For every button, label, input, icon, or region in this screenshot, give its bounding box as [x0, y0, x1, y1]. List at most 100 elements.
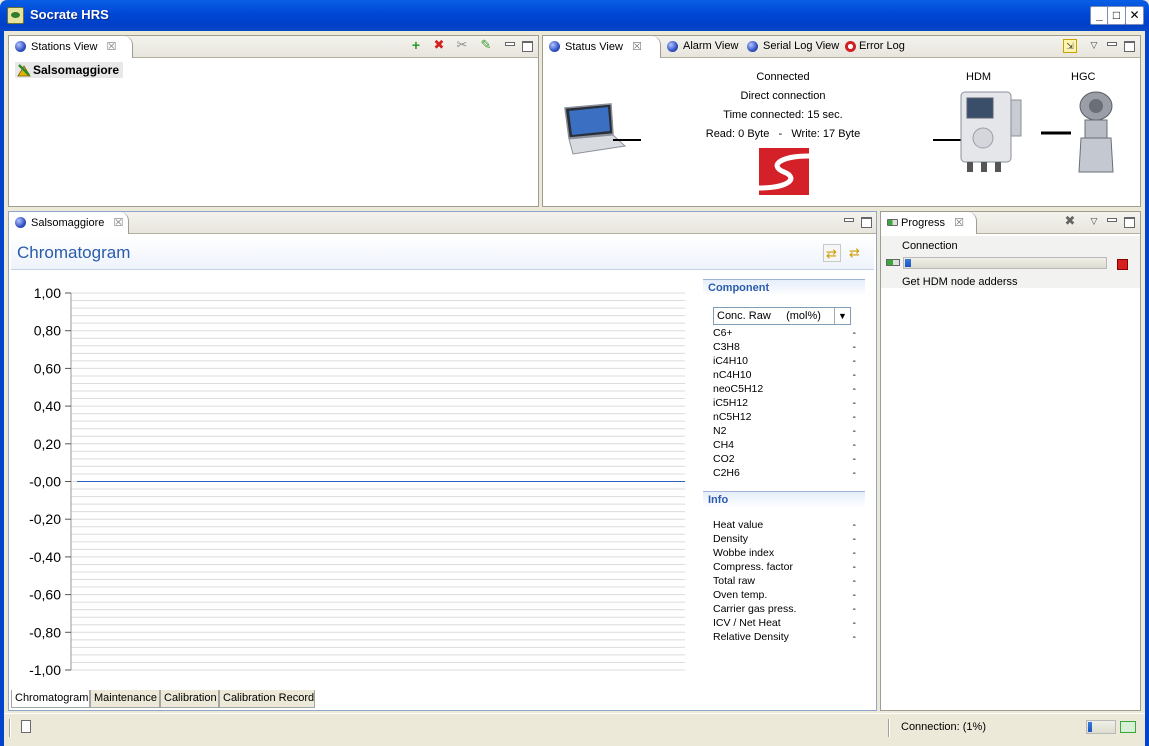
chevron-down-icon[interactable]: ▼	[834, 308, 850, 324]
minimize-view-icon[interactable]	[1104, 39, 1118, 53]
editor-panel: Salsomaggiore ☒ Chromatogram ⇄ ⇄ 1,00 0,8…	[8, 211, 877, 711]
info-name: ICV / Net Heat	[713, 617, 781, 629]
delete-station-icon[interactable]: ✖	[432, 38, 446, 53]
globe-icon	[15, 217, 26, 228]
add-station-icon[interactable]: +	[409, 38, 423, 53]
hgc-device-icon	[1041, 91, 1114, 173]
progress-view-icon[interactable]	[1120, 721, 1136, 733]
pin-icon[interactable]: ⇲	[1063, 39, 1077, 53]
read-write-counts: Read: 0 Byte - Write: 17 Byte	[705, 128, 861, 140]
close-icon[interactable]: ☒	[113, 216, 123, 229]
refresh-icon: ⇄	[826, 246, 837, 261]
info-name: Carrier gas press.	[713, 603, 797, 615]
info-value: -	[852, 575, 857, 587]
status-view-panel: Status View ☒ Alarm View Serial Log View…	[542, 35, 1141, 207]
unit-select[interactable]: Conc. Raw (mol%) ▼	[713, 307, 851, 325]
y-tick-label: -0,40	[29, 549, 61, 565]
remove-all-finished-icon[interactable]: ✖	[1063, 214, 1077, 229]
component-name: nC4H10	[713, 369, 752, 381]
globe-icon	[549, 41, 560, 52]
maximize-button[interactable]: □	[1107, 6, 1126, 25]
disconnect-icon[interactable]: ✂	[455, 38, 469, 53]
info-value: -	[852, 519, 857, 531]
progress-tabstrip: Progress ☒ ✖ ▽	[881, 212, 1140, 234]
tab-calibration-record[interactable]: Calibration Record	[219, 690, 315, 708]
view-menu-icon[interactable]: ▽	[1087, 39, 1101, 53]
maximize-view-icon[interactable]	[520, 39, 534, 53]
info-name: Wobbe index	[713, 547, 775, 559]
info-name: Total raw	[713, 575, 756, 587]
tab-error-log[interactable]: Error Log	[839, 36, 911, 58]
fast-view-icon[interactable]	[21, 720, 31, 733]
hgc-label: HGC	[1071, 71, 1096, 83]
form-header: Chromatogram ⇄ ⇄	[11, 236, 874, 270]
y-tick-label: 0,80	[34, 323, 61, 339]
close-icon[interactable]: ☒	[107, 40, 117, 53]
close-icon[interactable]: ☒	[632, 40, 642, 53]
y-tick-label: -0,60	[29, 587, 61, 603]
tab-label: Progress	[901, 217, 946, 229]
editor-tabstrip: Salsomaggiore ☒	[9, 212, 876, 234]
component-name: C6+	[713, 327, 733, 339]
tab-status-view[interactable]: Status View ☒	[543, 36, 661, 58]
component-value: -	[852, 327, 857, 339]
window-frame-left	[0, 31, 4, 746]
tab-progress[interactable]: Progress ☒	[881, 212, 977, 234]
globe-icon	[15, 41, 26, 52]
progress-icon	[887, 219, 898, 226]
title-bar: Socrate HRS _ □ ✕	[0, 0, 1149, 31]
component-name: C2H6	[713, 467, 740, 479]
close-icon[interactable]: ☒	[954, 216, 964, 229]
maximize-view-icon[interactable]	[859, 215, 873, 229]
auto-refresh-button[interactable]: ⇄	[847, 244, 865, 262]
y-tick-label: -1,00	[29, 662, 61, 678]
component-section-header: Component	[703, 279, 865, 296]
tab-label: Error Log	[859, 40, 905, 52]
close-button[interactable]: ✕	[1125, 6, 1144, 25]
refresh-button[interactable]: ⇄	[823, 244, 841, 262]
station-item-salsomaggiore[interactable]: Salsomaggiore	[15, 62, 124, 78]
progress-view-panel: Progress ☒ ✖ ▽ Connection Get HDM node a…	[880, 211, 1141, 711]
info-name: Density	[713, 533, 749, 545]
time-connected: Time connected: 15 sec.	[723, 109, 843, 121]
hdm-device-icon	[933, 91, 1022, 172]
tab-chromatogram[interactable]: Chromatogram	[11, 690, 90, 708]
globe-icon	[747, 41, 758, 52]
subtask-name: Get HDM node adderss	[902, 276, 1018, 288]
connect-icon[interactable]: ✎	[479, 38, 493, 53]
globe-icon	[667, 41, 678, 52]
component-value: -	[852, 355, 857, 367]
component-name: CO2	[713, 453, 735, 465]
stations-tabstrip: Stations View ☒ + ✖ ✂ ✎	[9, 36, 538, 58]
window-title: Socrate HRS	[30, 7, 109, 22]
tab-alarm-view[interactable]: Alarm View	[661, 36, 744, 58]
component-value: -	[852, 383, 857, 395]
unit-select-value: Conc. Raw (mol%)	[717, 310, 821, 322]
component-name: neoC5H12	[713, 383, 764, 395]
component-value: -	[852, 425, 857, 437]
error-icon	[845, 41, 856, 52]
maximize-view-icon[interactable]	[1122, 39, 1136, 53]
info-value: -	[852, 631, 857, 643]
chromatogram-chart: 1,00 0,80 0,60 0,40 0,20 -0,00 -0,20 -0,40 -0,60…	[29, 285, 685, 678]
tab-label: Salsomaggiore	[31, 217, 105, 229]
statusbar-progress-bar	[1086, 720, 1116, 734]
component-value: -	[852, 439, 857, 451]
progress-entry: Connection Get HDM node adderss	[881, 236, 1140, 288]
tab-salsomaggiore[interactable]: Salsomaggiore ☒	[9, 212, 129, 234]
minimize-view-icon[interactable]	[502, 39, 516, 53]
component-name: CH4	[713, 439, 735, 451]
view-menu-icon[interactable]: ▽	[1087, 215, 1101, 229]
y-tick-label: -0,00	[29, 474, 61, 490]
component-name: C3H8	[713, 341, 740, 353]
maximize-view-icon[interactable]	[1122, 215, 1136, 229]
tab-stations-view[interactable]: Stations View ☒	[9, 36, 133, 58]
component-name: N2	[713, 425, 727, 437]
stop-task-button[interactable]	[1117, 259, 1128, 270]
tab-calibration[interactable]: Calibration	[160, 690, 219, 708]
minimize-view-icon[interactable]	[841, 215, 855, 229]
minimize-view-icon[interactable]	[1104, 215, 1118, 229]
tab-serial-log-view[interactable]: Serial Log View	[741, 36, 845, 58]
tab-maintenance[interactable]: Maintenance	[90, 690, 160, 708]
component-value: -	[852, 397, 857, 409]
